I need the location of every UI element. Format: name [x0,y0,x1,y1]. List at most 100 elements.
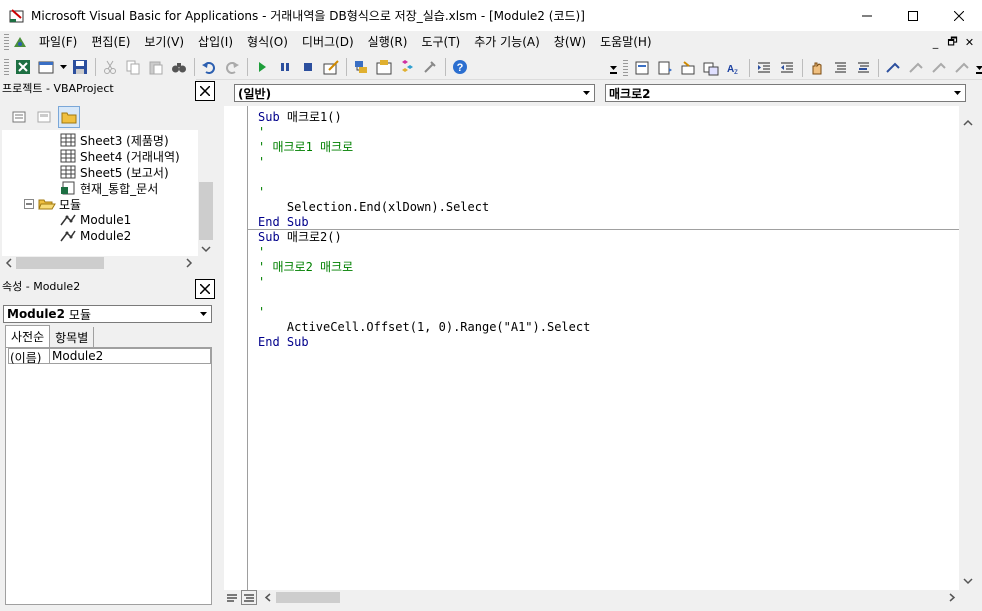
tree-node-thisworkbook[interactable]: 현재_통합_문서 [60,180,158,196]
menu-addins[interactable]: 추가 기능(A) [467,31,547,53]
redo-button[interactable] [221,56,243,78]
toolbox-button[interactable] [419,56,441,78]
code-line[interactable]: ' [258,185,265,200]
chevron-down-icon[interactable] [198,244,214,254]
project-tree-horizontal-scrollbar[interactable] [2,256,198,270]
mdi-minimize-icon[interactable]: _ [927,36,944,49]
scroll-thumb[interactable] [199,182,213,240]
code-line[interactable]: ' [258,155,265,170]
menu-grip[interactable] [4,34,9,50]
indent-button[interactable] [753,57,775,79]
tree-node-sheet4[interactable]: Sheet4 (거래내역) [60,148,180,164]
previous-bookmark-button[interactable] [928,57,950,79]
tree-node-sheet5[interactable]: Sheet5 (보고서) [60,164,169,180]
code-margin-indicator-bar[interactable] [224,106,248,590]
code-line[interactable]: ActiveCell.Offset(1, 0).Range("A1").Sele… [258,320,590,335]
properties-object-combo[interactable]: Module2 모듈 [3,305,212,323]
toggle-folders-button[interactable] [58,106,80,128]
tree-node-module2[interactable]: Module2 [60,228,131,244]
chevron-up-icon[interactable] [959,114,977,132]
object-combo[interactable]: (일반) [234,84,595,102]
minimize-button[interactable] [844,0,890,31]
code-line[interactable]: End Sub [258,335,309,350]
menu-edit[interactable]: 편집(E) [84,31,137,53]
project-tree-vertical-scrollbar[interactable] [198,130,214,256]
procedure-combo[interactable]: 매크로2 [605,84,966,102]
collapse-icon[interactable] [24,198,35,210]
code-line[interactable]: ' [258,125,265,140]
view-code-button[interactable] [8,106,30,128]
find-button[interactable] [168,56,190,78]
mdi-close-icon[interactable]: ✕ [961,36,978,49]
comment-block-button[interactable] [829,57,851,79]
help-button[interactable]: ? [449,56,471,78]
project-explorer-close-button[interactable] [195,81,215,101]
property-row-name[interactable]: (이름) Module2 [8,348,211,365]
toggle-bookmark-button[interactable] [882,57,904,79]
reset-button[interactable] [297,56,319,78]
menu-format[interactable]: 형식(O) [240,31,295,53]
run-button[interactable] [251,56,273,78]
mdi-restore-icon[interactable]: 🗗 [944,33,961,52]
menu-run[interactable]: 실행(R) [361,31,415,53]
outdent-button[interactable] [776,57,798,79]
cut-button[interactable] [99,56,121,78]
chevron-left-icon[interactable] [262,590,274,605]
code-vertical-scrollbar[interactable] [959,106,977,590]
property-value[interactable]: Module2 [50,349,103,363]
code-line[interactable]: Sub 매크로2() [258,230,342,245]
code-line[interactable]: Selection.End(xlDown).Select [258,200,489,215]
save-button[interactable] [69,56,91,78]
insert-userform-button[interactable] [35,56,57,78]
vba-menu-icon[interactable] [12,34,28,50]
undo-button[interactable] [198,56,220,78]
toolbar-grip[interactable] [4,59,9,75]
code-horizontal-scrollbar[interactable] [224,590,977,605]
view-excel-button[interactable] [12,56,34,78]
scroll-thumb[interactable] [16,257,104,269]
project-explorer-button[interactable] [350,56,372,78]
properties-close-button[interactable] [195,279,215,299]
tree-node-module1[interactable]: Module1 [60,212,131,228]
uncomment-block-button[interactable] [852,57,874,79]
menu-debug[interactable]: 디버그(D) [295,31,361,53]
maximize-button[interactable] [890,0,936,31]
object-browser-button[interactable] [396,56,418,78]
menu-help[interactable]: 도움말(H) [593,31,659,53]
chevron-right-icon[interactable] [946,590,958,605]
code-editor[interactable] [224,106,959,590]
tab-categorized[interactable]: 항목별 [50,327,95,347]
menu-file[interactable]: 파일(F) [32,31,84,53]
complete-word-button[interactable]: Az [723,57,745,79]
edit-toolbar-overflow[interactable] [974,57,982,79]
tab-alphabetic[interactable]: 사전순 [5,325,51,347]
tree-node-modules-folder[interactable]: 모듈 [24,196,81,212]
code-line[interactable]: ' 매크로1 매크로 [258,140,353,155]
insert-dropdown[interactable] [58,56,68,78]
code-line[interactable]: Sub 매크로1() [258,110,342,125]
properties-window-button[interactable] [373,56,395,78]
menu-insert[interactable]: 삽입(I) [191,31,240,53]
design-mode-button[interactable] [320,56,342,78]
code-line[interactable]: ' 매크로2 매크로 [258,260,353,275]
scroll-thumb[interactable] [276,592,340,603]
combo-dropdown-button[interactable] [950,86,964,100]
combo-dropdown-button[interactable] [196,307,210,321]
close-button[interactable] [936,0,982,31]
break-button[interactable] [274,56,296,78]
combo-dropdown-button[interactable] [579,86,593,100]
chevron-down-icon[interactable] [959,572,977,590]
chevron-left-icon[interactable] [4,256,14,270]
code-line[interactable]: End Sub [258,215,309,230]
menu-tools[interactable]: 도구(T) [414,31,467,53]
list-properties-button[interactable] [631,57,653,79]
code-line[interactable]: ' [258,245,265,260]
toggle-breakpoint-button[interactable] [806,57,828,79]
parameter-info-button[interactable] [700,57,722,79]
menu-view[interactable]: 보기(V) [137,31,191,53]
copy-button[interactable] [122,56,144,78]
quick-info-button[interactable] [677,57,699,79]
menu-window[interactable]: 창(W) [547,31,593,53]
next-bookmark-button[interactable] [905,57,927,79]
code-line[interactable]: ' [258,275,265,290]
